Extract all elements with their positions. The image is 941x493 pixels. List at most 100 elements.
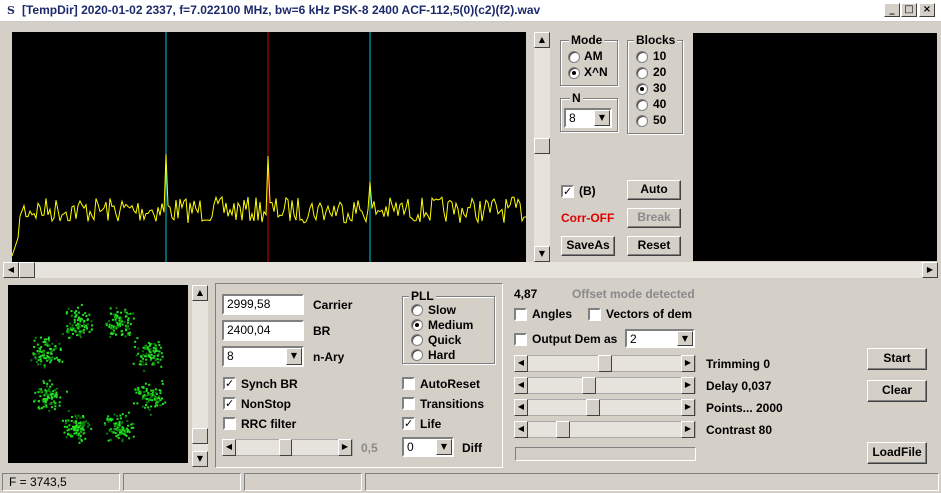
n-group-title: N [570, 91, 583, 105]
constellation-scroll-down[interactable]: ▼ [192, 451, 208, 467]
life-checkbox[interactable]: ✓ [402, 417, 415, 430]
offset-status: Offset mode detected [572, 287, 695, 301]
blocks-50-radio[interactable] [636, 115, 648, 127]
pll-hard-radio[interactable] [411, 349, 423, 361]
pll-slow-radio[interactable] [411, 304, 423, 316]
transitions-label: Transitions [420, 397, 485, 411]
spectrum-svg [11, 32, 527, 262]
constellation-display[interactable] [8, 285, 188, 463]
rrc-filter-label: RRC filter [241, 417, 297, 431]
br-label: BR [313, 324, 331, 338]
trimming-slider[interactable]: ◀ ▶ [514, 355, 696, 372]
reset-button[interactable]: Reset [627, 236, 681, 256]
spectrum-trace [11, 153, 527, 257]
slider-thumb[interactable] [586, 399, 600, 416]
b-checkbox[interactable]: ✓ [561, 185, 574, 198]
output-dem-combo[interactable]: 2 ▼ [625, 329, 695, 348]
rrc-filter-checkbox[interactable] [223, 417, 236, 430]
diff-combo[interactable]: 0 ▼ [402, 437, 454, 457]
slider-left-arrow[interactable]: ◀ [222, 439, 236, 456]
blocks-40-label: 40 [653, 97, 667, 111]
slider-thumb[interactable] [556, 421, 570, 438]
vectors-checkbox[interactable] [588, 308, 601, 321]
pll-medium-radio[interactable] [411, 319, 423, 331]
carrier-label: Carrier [313, 298, 353, 312]
slider-right-arrow[interactable]: ▶ [681, 421, 695, 438]
contrast-slider[interactable]: ◀ ▶ [514, 421, 696, 438]
pll-quick-radio[interactable] [411, 334, 423, 346]
slider-left-arrow[interactable]: ◀ [514, 399, 528, 416]
slider-right-arrow[interactable]: ▶ [681, 377, 695, 394]
synch-br-label: Synch BR [241, 377, 298, 391]
window-title: [TempDir] 2020-01-02 2337, f=7.022100 MH… [22, 3, 541, 17]
nonstop-checkbox[interactable]: ✓ [223, 397, 236, 410]
output-dem-checkbox[interactable] [514, 333, 527, 346]
slider-thumb[interactable] [582, 377, 596, 394]
autoreset-label: AutoReset [420, 377, 481, 391]
nary-label: n-Ary [313, 350, 345, 364]
mode-group-title: Mode [569, 33, 605, 47]
slider-thumb[interactable] [279, 439, 292, 456]
chevron-down-icon[interactable]: ▼ [594, 110, 610, 126]
constellation-scroll-up[interactable]: ▲ [192, 285, 208, 301]
scroll-left-button[interactable]: ◀ [3, 262, 19, 278]
carrier-field[interactable]: 2999,58 [222, 294, 304, 315]
chevron-down-icon[interactable]: ▼ [286, 348, 302, 365]
slider-right-arrow[interactable]: ▶ [681, 355, 695, 372]
chevron-down-icon[interactable]: ▼ [677, 331, 693, 346]
slider-left-arrow[interactable]: ◀ [514, 377, 528, 394]
start-button[interactable]: Start [867, 348, 927, 370]
trimming-label: Trimming 0 [706, 357, 771, 371]
constellation-cluster [105, 306, 135, 338]
blocks-10-label: 10 [653, 49, 667, 63]
nary-combo[interactable]: 8 ▼ [222, 346, 304, 367]
blocks-40-radio[interactable] [636, 99, 648, 111]
saveas-button[interactable]: SaveAs [561, 236, 615, 256]
auto-button[interactable]: Auto [627, 180, 681, 200]
mode-xn-radio[interactable] [568, 67, 580, 79]
scroll-up-button[interactable]: ▲ [534, 32, 550, 48]
slider-right-arrow[interactable]: ▶ [681, 399, 695, 416]
scroll-down-button[interactable]: ▼ [534, 246, 550, 262]
scroll-thumb[interactable] [534, 138, 550, 154]
offset-value: 4,87 [514, 287, 538, 301]
autoreset-checkbox[interactable] [402, 377, 415, 390]
constellation-scroll-thumb[interactable] [192, 428, 208, 444]
scroll-h-thumb[interactable] [19, 262, 35, 278]
angles-label: Angles [532, 307, 573, 321]
scroll-right-button[interactable]: ▶ [922, 262, 938, 278]
maximize-button[interactable]: □ [901, 3, 917, 17]
slider-thumb[interactable] [598, 355, 612, 372]
blocks-group-title: Blocks [634, 33, 678, 47]
chevron-down-icon[interactable]: ▼ [436, 439, 452, 455]
slider-left-arrow[interactable]: ◀ [514, 355, 528, 372]
status-cell-4 [365, 473, 939, 491]
slider-right-arrow[interactable]: ▶ [338, 439, 352, 456]
points-slider[interactable]: ◀ ▶ [514, 399, 696, 416]
blocks-10-radio[interactable] [636, 51, 648, 63]
n-combo[interactable]: 8 ▼ [564, 108, 612, 128]
slider-left-arrow[interactable]: ◀ [514, 421, 528, 438]
synch-br-checkbox[interactable]: ✓ [223, 377, 236, 390]
angles-checkbox[interactable] [514, 308, 527, 321]
close-button[interactable]: × [919, 3, 935, 17]
blocks-30-radio[interactable] [636, 83, 648, 95]
clear-button[interactable]: Clear [867, 380, 927, 402]
blocks-20-radio[interactable] [636, 67, 648, 79]
progress-bar [515, 447, 696, 461]
spectrum-display[interactable] [11, 32, 527, 262]
delay-slider[interactable]: ◀ ▶ [514, 377, 696, 394]
loadfile-button[interactable]: LoadFile [867, 442, 927, 464]
blocks-20-label: 20 [653, 65, 667, 79]
minimize-button[interactable]: _ [884, 3, 900, 17]
spectrum-horizontal-scrollbar[interactable] [3, 262, 938, 278]
blocks-50-label: 50 [653, 113, 667, 127]
diff-value: 0 [407, 440, 414, 454]
br-field[interactable]: 2400,04 [222, 320, 304, 341]
rolloff-slider[interactable]: ◀ ▶ [222, 439, 353, 456]
transitions-checkbox[interactable] [402, 397, 415, 410]
pll-quick-label: Quick [428, 333, 462, 347]
break-button[interactable]: Break [627, 208, 681, 228]
b-checkbox-label: (B) [579, 184, 596, 198]
mode-am-radio[interactable] [568, 51, 580, 63]
